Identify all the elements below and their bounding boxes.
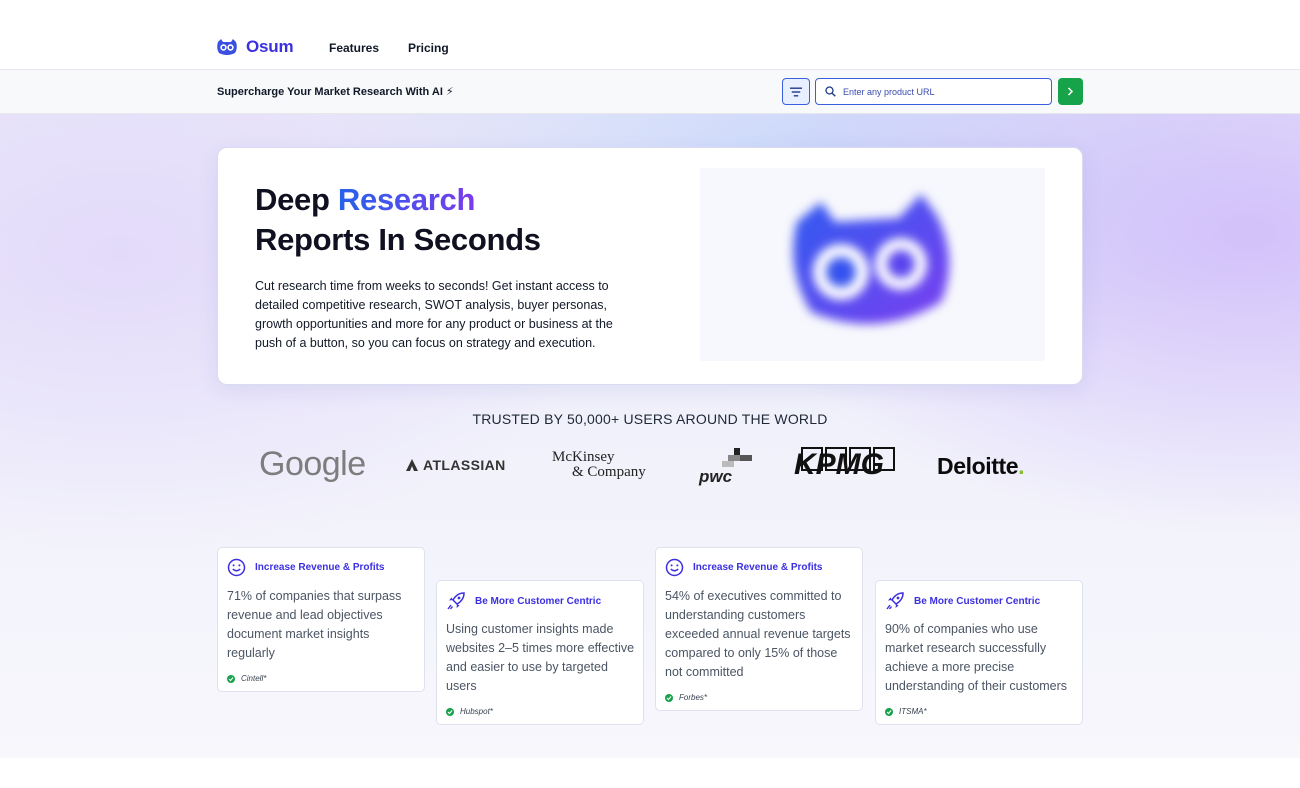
hero-description: Cut research time from weeks to seconds!…	[255, 279, 613, 350]
check-circle-icon	[227, 674, 235, 683]
stat-source-label: Hubspot*	[460, 707, 493, 716]
go-button[interactable]	[1058, 78, 1083, 105]
hero-title: Deep Research Reports In Seconds	[255, 180, 541, 260]
stat-source: Cintell*	[227, 674, 266, 683]
stat-body: 90% of companies who use market research…	[885, 622, 1068, 693]
nav-pricing-link[interactable]: Pricing	[408, 41, 449, 55]
kpmg-logo: KPMG	[794, 448, 884, 481]
stat-title: Be More Customer Centric	[914, 595, 1041, 607]
stat-title: Increase Revenue & Profits	[693, 562, 823, 573]
top-navbar	[0, 0, 1300, 70]
deloitte-wordmark: Deloitte	[937, 453, 1019, 479]
atlassian-wordmark: ATLASSIAN	[423, 457, 506, 473]
check-circle-icon	[446, 707, 454, 716]
smile-icon	[665, 558, 684, 577]
deloitte-dot: .	[1018, 453, 1025, 479]
filter-button[interactable]	[782, 78, 810, 105]
stat-source-label: Forbes*	[679, 693, 708, 702]
hero-title-deep: Deep	[255, 182, 338, 217]
product-url-input[interactable]	[843, 86, 1033, 97]
url-input-wrapper	[815, 78, 1052, 105]
nav-features-link[interactable]: Features	[329, 41, 379, 55]
stat-source: ITSMA*	[885, 707, 927, 716]
stat-card-customer-2: Be More Customer Centric 90% of companie…	[875, 580, 1083, 725]
search-icon	[825, 86, 836, 97]
hero-title-research: Research	[337, 182, 476, 217]
stat-source: Forbes*	[665, 693, 707, 702]
atlassian-logo: ATLASSIAN	[406, 457, 506, 473]
chevron-right-icon	[1067, 87, 1074, 96]
stat-header: Increase Revenue & Profits	[665, 558, 823, 577]
owl-mascot-icon	[792, 193, 949, 324]
stat-body: 54% of executives committed to understan…	[665, 589, 851, 679]
stat-source-label: ITSMA*	[899, 707, 927, 716]
stat-header: Be More Customer Centric	[446, 591, 601, 611]
hero-owl-image	[700, 168, 1045, 361]
smile-icon	[227, 558, 246, 577]
stat-source-label: Cintell*	[241, 674, 267, 683]
mckinsey-line2: & Company	[572, 464, 646, 480]
filter-lines-icon	[790, 87, 802, 96]
google-logo: Google	[259, 445, 366, 483]
check-circle-icon	[885, 707, 893, 716]
atlassian-mark-icon	[406, 459, 418, 471]
stat-card-revenue-2: Increase Revenue & Profits 54% of execut…	[655, 547, 863, 711]
url-search-bar	[0, 70, 1300, 114]
stat-title: Be More Customer Centric	[475, 595, 602, 607]
mckinsey-line1: McKinsey	[552, 449, 615, 465]
owl-logo-icon	[217, 39, 237, 55]
stat-card-revenue-1: Increase Revenue & Profits 71% of compan…	[217, 547, 425, 692]
deloitte-logo: Deloitte.	[937, 453, 1025, 480]
trusted-heading: TRUSTED BY 50,000+ USERS AROUND THE WORL…	[472, 411, 828, 427]
pwc-logo: pwc	[699, 467, 733, 486]
stat-card-customer-1: Be More Customer Centric Using customer …	[436, 580, 644, 725]
stat-title: Increase Revenue & Profits	[255, 562, 385, 573]
stat-header: Be More Customer Centric	[885, 591, 1040, 611]
mckinsey-logo: McKinsey & Company	[552, 450, 646, 480]
rocket-icon	[447, 592, 465, 610]
rocket-icon	[886, 592, 904, 610]
brand[interactable]: Osum	[216, 37, 294, 57]
stat-body: Using customer insights made websites 2–…	[446, 622, 635, 693]
stat-source: Hubspot*	[446, 707, 493, 716]
tagline: Supercharge Your Market Research With AI…	[217, 86, 454, 98]
brand-name: Osum	[246, 37, 294, 56]
hero-title-line2: Reports In Seconds	[255, 222, 541, 257]
check-circle-icon	[665, 693, 673, 702]
stat-body: 71% of companies that surpass revenue an…	[227, 589, 402, 660]
stat-header: Increase Revenue & Profits	[227, 558, 385, 577]
pwc-blocks-icon	[722, 448, 752, 467]
